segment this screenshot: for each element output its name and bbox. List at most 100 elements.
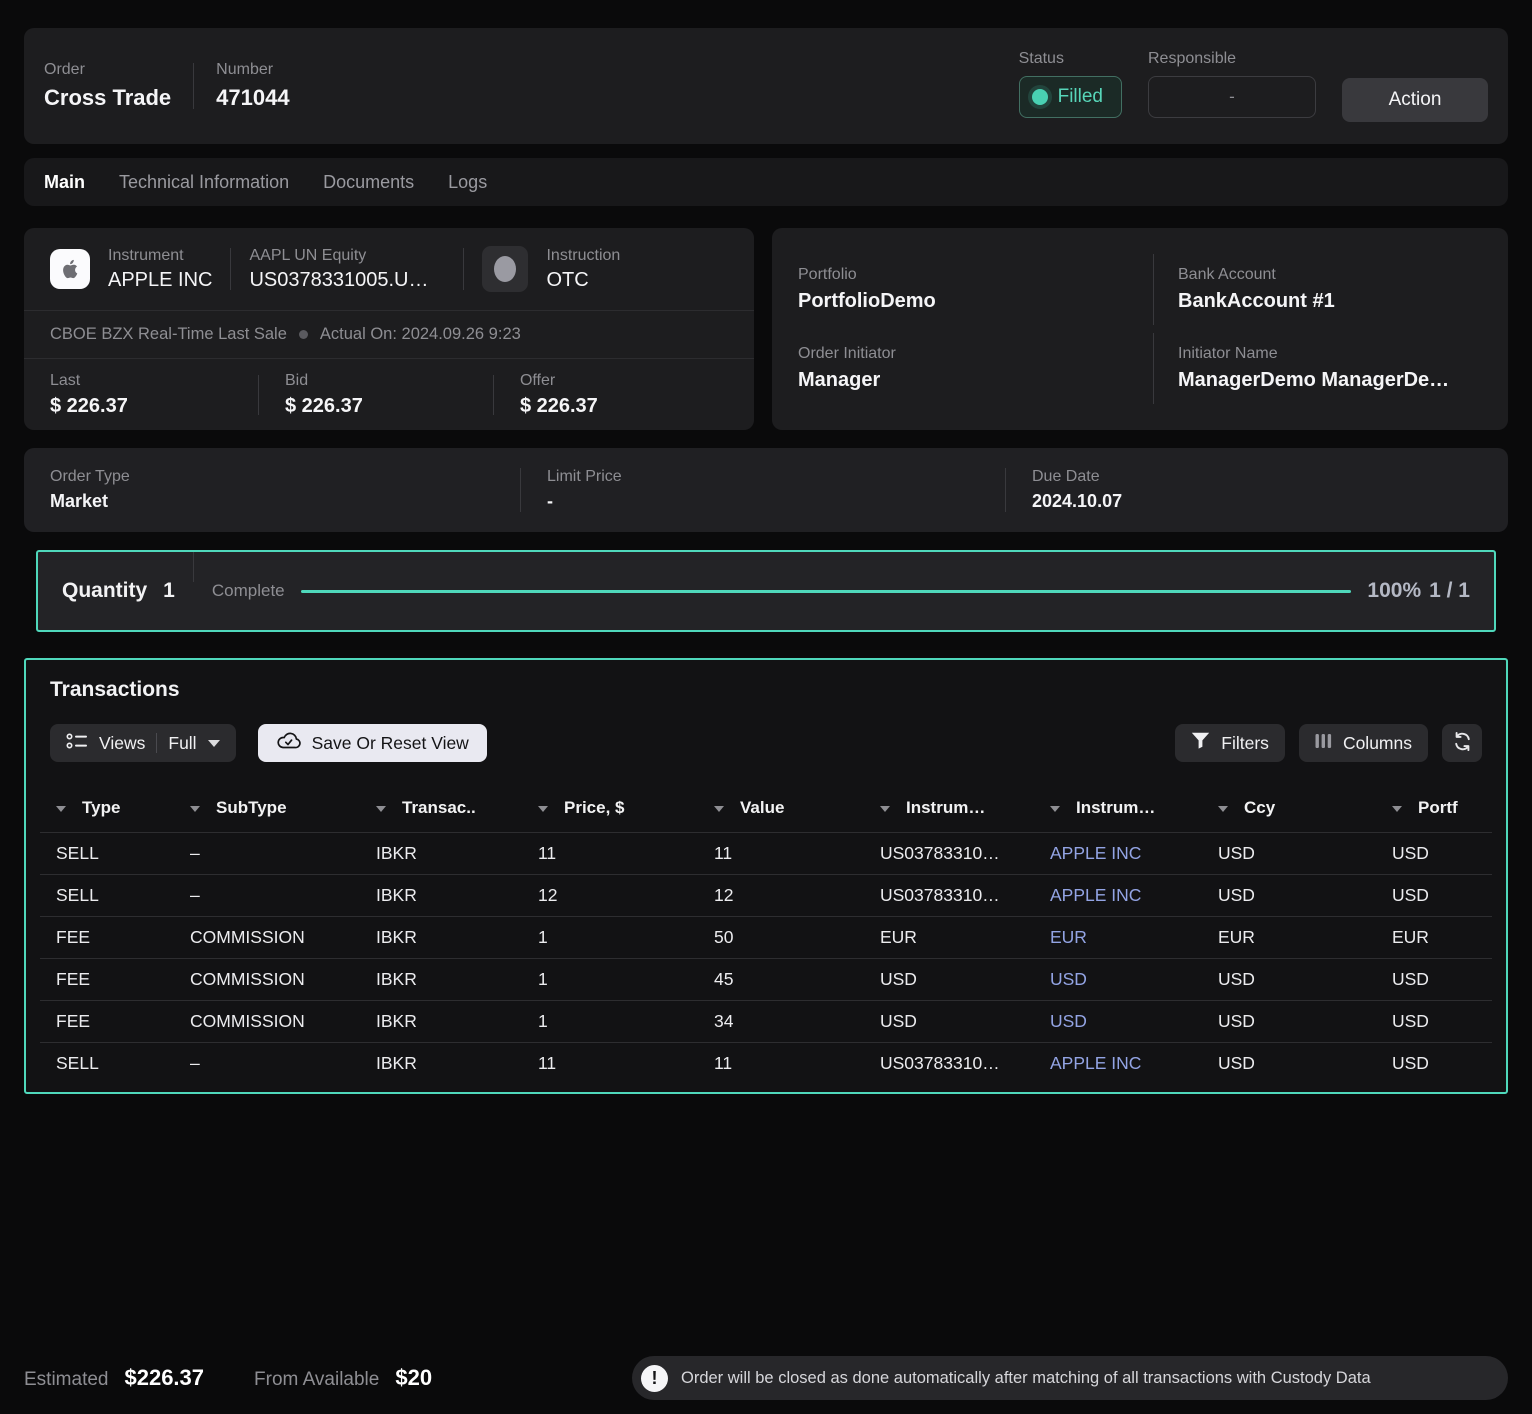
filters-button[interactable]: Filters [1175,724,1285,762]
columns-button[interactable]: Columns [1299,724,1428,762]
cell-type: FEE [40,917,174,959]
column-header-portfolio[interactable]: Portf [1376,786,1492,833]
divider [493,375,494,415]
cell-instrument-link[interactable]: APPLE INC [1034,875,1202,917]
cell-type: SELL [40,833,174,875]
divider [463,248,464,290]
responsible-input[interactable] [1148,76,1316,118]
order-type-label: Order Type [50,468,520,486]
cell-subtype: – [174,833,360,875]
bid-value: $ 226.37 [285,395,493,418]
cell-instrument-id: US03783310… [864,875,1034,917]
status-value: Filled [1058,86,1103,108]
cell-price: 1 [522,1001,698,1043]
columns-label: Columns [1343,733,1412,754]
cell-instrument-link[interactable]: APPLE INC [1034,1043,1202,1085]
cell-transaction: IBKR [360,959,522,1001]
table-row[interactable]: SELL – IBKR 11 11 US03783310… APPLE INC … [40,833,1492,875]
number-label: Number [216,61,289,79]
column-header-subtype[interactable]: SubType [174,786,360,833]
from-available-group: From Available $20 [254,1365,432,1391]
sort-caret-icon [376,806,386,812]
cell-subtype: – [174,875,360,917]
equity-field: AAPL UN Equity US0378331005.U… [249,247,445,292]
limit-price-label: Limit Price [547,468,1005,486]
cell-price: 11 [522,833,698,875]
cell-instrument-link[interactable]: USD [1034,1001,1202,1043]
quantity-value: 1 [163,579,175,603]
column-header-price[interactable]: Price, $ [522,786,698,833]
order-info-card: Order Type Market Limit Price - Due Date… [24,448,1508,532]
cell-price: 1 [522,917,698,959]
status-badge[interactable]: Filled [1019,76,1122,118]
cell-type: SELL [40,1043,174,1085]
quote-last: Last $ 226.37 [50,372,258,418]
cell-instrument-id: USD [864,1001,1034,1043]
refresh-icon [1452,731,1473,755]
cell-portfolio: EUR [1376,917,1492,959]
cell-portfolio: USD [1376,833,1492,875]
tab-technical-information[interactable]: Technical Information [119,172,289,193]
refresh-button[interactable] [1442,724,1482,762]
instrument-field: Instrument APPLE INC [108,247,212,292]
order-initiator-field: Order Initiator Manager [798,333,1153,404]
instruction-icon [482,246,528,292]
column-header-value[interactable]: Value [698,786,864,833]
table-row[interactable]: SELL – IBKR 11 11 US03783310… APPLE INC … [40,1043,1492,1085]
last-value: $ 226.37 [50,395,258,418]
table-row[interactable]: FEE COMMISSION IBKR 1 45 USD USD USD USD [40,959,1492,1001]
save-or-reset-view-button[interactable]: Save Or Reset View [258,724,487,762]
table-row[interactable]: SELL – IBKR 12 12 US03783310… APPLE INC … [40,875,1492,917]
instruction-field: Instruction OTC [546,247,620,292]
status-dot-icon [1032,89,1048,105]
cell-price: 11 [522,1043,698,1085]
views-label: Views [99,733,145,754]
cell-ccy: USD [1202,875,1376,917]
sort-caret-icon [538,806,548,812]
divider [156,733,157,753]
column-header-instrument-id[interactable]: Instrum… [864,786,1034,833]
filter-funnel-icon [1191,732,1210,754]
views-dropdown[interactable]: Views Full [50,724,236,762]
cell-portfolio: USD [1376,959,1492,1001]
offer-value: $ 226.37 [520,395,728,418]
cell-instrument-link[interactable]: USD [1034,959,1202,1001]
cell-instrument-link[interactable]: APPLE INC [1034,833,1202,875]
initiator-name-label: Initiator Name [1178,345,1498,363]
action-button[interactable]: Action [1342,78,1488,122]
order-type-value: Market [50,491,520,512]
table-row[interactable]: FEE COMMISSION IBKR 1 34 USD USD USD USD [40,1001,1492,1043]
tab-logs[interactable]: Logs [448,172,487,193]
order-value: Cross Trade [44,85,171,111]
column-header-ccy[interactable]: Ccy [1202,786,1376,833]
tab-main[interactable]: Main [44,172,85,193]
from-available-label: From Available [254,1369,379,1391]
sort-caret-icon [190,806,200,812]
instrument-label: Instrument [108,247,212,265]
cell-ccy: USD [1202,959,1376,1001]
due-date-label: Due Date [1032,468,1508,486]
progress-bar [301,590,1352,593]
views-icon [66,732,88,755]
tab-documents[interactable]: Documents [323,172,414,193]
cell-transaction: IBKR [360,1043,522,1085]
cell-transaction: IBKR [360,875,522,917]
portfolio-value: PortfolioDemo [798,290,1143,313]
order-initiator-label: Order Initiator [798,345,1143,363]
table-row[interactable]: FEE COMMISSION IBKR 1 50 EUR EUR EUR EUR [40,917,1492,959]
bank-account-label: Bank Account [1178,266,1498,284]
cell-instrument-link[interactable]: EUR [1034,917,1202,959]
column-header-type[interactable]: Type [40,786,174,833]
filters-label: Filters [1221,733,1269,754]
cell-portfolio: USD [1376,1043,1492,1085]
cell-type: SELL [40,875,174,917]
column-header-instrument-name[interactable]: Instrum… [1034,786,1202,833]
order-label: Order [44,61,171,79]
cell-subtype: – [174,1043,360,1085]
cell-ccy: USD [1202,1043,1376,1085]
order-type-field: Order Type Market [24,468,520,512]
bid-label: Bid [285,372,493,390]
due-date-value: 2024.10.07 [1032,491,1508,512]
column-header-transaction[interactable]: Transac.. [360,786,522,833]
number-field: Number 471044 [216,61,289,111]
